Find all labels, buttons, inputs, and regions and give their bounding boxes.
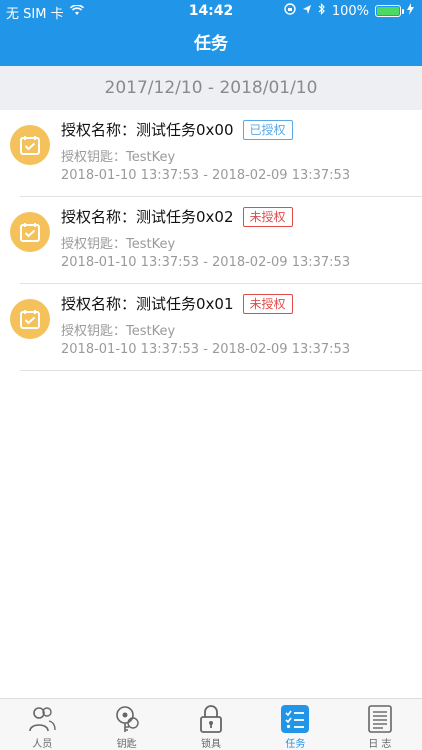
task-title: 授权名称：测试任务0x02 — [61, 208, 234, 226]
date-range-label: 2017/12/10 - 2018/01/10 — [104, 78, 318, 98]
tab-label: 日 志 — [368, 739, 392, 750]
battery-icon — [375, 5, 404, 17]
calendar-check-icon — [10, 212, 50, 252]
task-key: 授权钥匙：TestKey — [61, 324, 176, 339]
key-icon — [112, 704, 142, 734]
bluetooth-icon — [318, 3, 326, 19]
status-right: 100% — [284, 3, 414, 19]
task-item[interactable]: 授权名称：测试任务0x02 未授权 授权钥匙：TestKey 2018-01-1… — [0, 197, 422, 284]
charging-icon — [407, 3, 414, 19]
log-document-icon — [365, 704, 395, 734]
tab-people[interactable]: 人员 — [0, 699, 84, 750]
divider — [20, 370, 422, 371]
battery-percent: 100% — [331, 3, 369, 19]
lock-icon — [196, 704, 226, 734]
task-time-range: 2018-01-10 13:37:53 - 2018-02-09 13:37:5… — [61, 255, 351, 270]
task-title-row: 授权名称：测试任务0x02 未授权 — [61, 206, 293, 227]
task-title: 授权名称：测试任务0x00 — [61, 121, 234, 139]
tab-label: 锁具 — [201, 739, 222, 750]
task-time-range: 2018-01-10 13:37:53 - 2018-02-09 13:37:5… — [61, 342, 351, 357]
tab-label: 任务 — [285, 739, 306, 750]
task-title-row: 授权名称：测试任务0x01 未授权 — [61, 293, 293, 314]
tab-bar: 人员 钥匙 锁具 任务 日 志 — [0, 698, 422, 750]
task-key: 授权钥匙：TestKey — [61, 150, 176, 165]
task-title-row: 授权名称：测试任务0x00 已授权 — [61, 119, 293, 140]
status-badge: 已授权 — [242, 119, 293, 140]
calendar-check-icon — [10, 299, 50, 339]
tab-label: 钥匙 — [116, 739, 137, 750]
battery-fill — [377, 7, 399, 15]
tab-label: 人员 — [32, 739, 53, 750]
nav-bar: 任务 — [0, 22, 422, 66]
task-list: 授权名称：测试任务0x00 已授权 授权钥匙：TestKey 2018-01-1… — [0, 110, 422, 371]
location-icon — [302, 4, 312, 19]
tab-keys[interactable]: 钥匙 — [84, 699, 168, 750]
date-range-header[interactable]: 2017/12/10 - 2018/01/10 — [0, 66, 422, 110]
task-item[interactable]: 授权名称：测试任务0x00 已授权 授权钥匙：TestKey 2018-01-1… — [0, 110, 422, 197]
status-badge: 未授权 — [242, 206, 293, 227]
rotation-lock-icon — [284, 3, 296, 19]
page-title: 任务 — [194, 34, 228, 54]
calendar-check-icon — [10, 125, 50, 165]
task-time-range: 2018-01-10 13:37:53 - 2018-02-09 13:37:5… — [61, 168, 351, 183]
tab-locks[interactable]: 锁具 — [169, 699, 253, 750]
task-title: 授权名称：测试任务0x01 — [61, 295, 234, 313]
task-key: 授权钥匙：TestKey — [61, 237, 176, 252]
task-list-icon — [281, 704, 310, 734]
people-icon — [27, 704, 57, 734]
tab-tasks[interactable]: 任务 — [253, 699, 337, 750]
task-item[interactable]: 授权名称：测试任务0x01 未授权 授权钥匙：TestKey 2018-01-1… — [0, 284, 422, 371]
tab-logs[interactable]: 日 志 — [338, 699, 422, 750]
status-bar: 无 SIM 卡 14:42 100% — [0, 0, 422, 22]
status-badge: 未授权 — [242, 293, 293, 314]
